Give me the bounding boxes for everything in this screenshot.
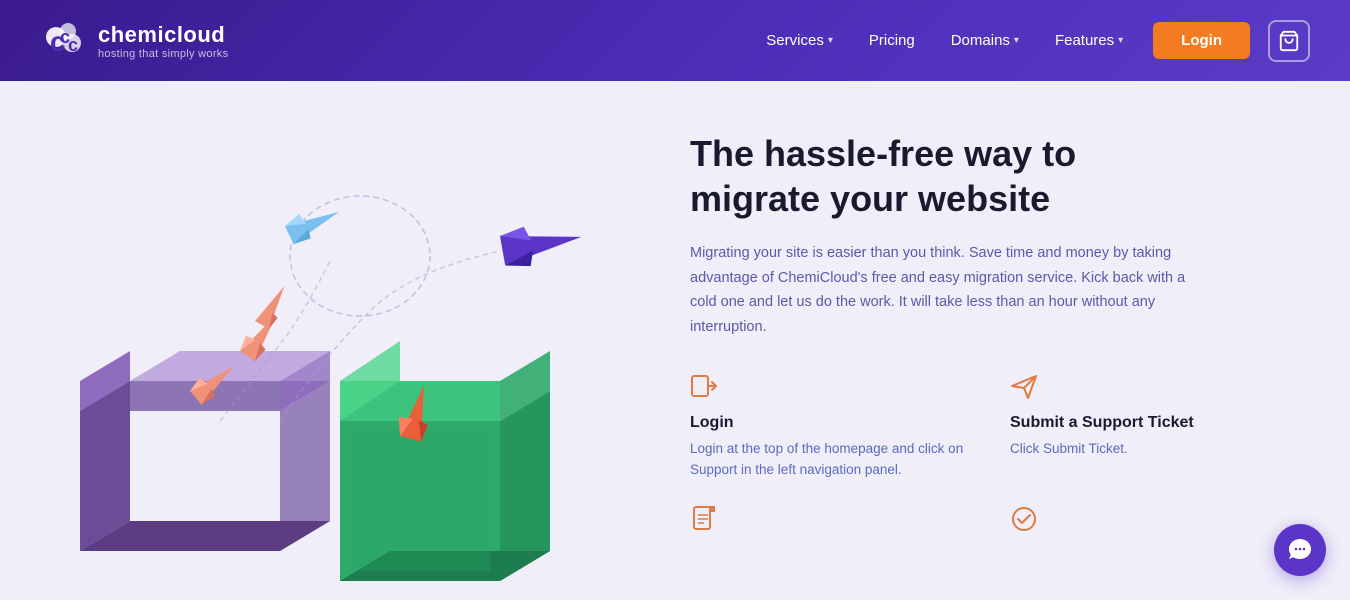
illustration <box>0 81 650 600</box>
cart-icon <box>1278 30 1300 52</box>
feature-support-title: Submit a Support Ticket <box>1010 414 1290 432</box>
check-circle-icon <box>1010 505 1290 539</box>
page-title: The hassle-free way to migrate your webs… <box>690 131 1190 221</box>
file-icon <box>690 505 970 539</box>
feature-support-desc: Click Submit Ticket. <box>1010 438 1290 460</box>
nav-features[interactable]: Features ▾ <box>1041 24 1137 57</box>
svg-text:c: c <box>68 35 78 55</box>
header: c c c chemicloud hosting that simply wor… <box>0 0 1350 81</box>
chevron-down-icon: ▾ <box>1118 35 1123 46</box>
feature-details <box>690 505 970 547</box>
logo-icon: c c c <box>40 17 88 65</box>
main-content: The hassle-free way to migrate your webs… <box>0 81 1350 600</box>
login-button[interactable]: Login <box>1153 22 1250 59</box>
chat-button[interactable] <box>1274 524 1326 576</box>
feature-login-desc: Login at the top of the homepage and cli… <box>690 438 970 481</box>
content-area: The hassle-free way to migrate your webs… <box>650 81 1350 600</box>
logo-tagline: hosting that simply works <box>98 48 228 60</box>
nav-domains[interactable]: Domains ▾ <box>937 24 1033 57</box>
feature-login: Login Login at the top of the homepage a… <box>690 372 970 481</box>
feature-login-title: Login <box>690 414 970 432</box>
chat-icon <box>1287 537 1313 563</box>
send-icon <box>1010 372 1290 406</box>
logo-text: chemicloud hosting that simply works <box>98 22 228 60</box>
cart-button[interactable] <box>1268 20 1310 62</box>
logo[interactable]: c c c chemicloud hosting that simply wor… <box>40 17 228 65</box>
nav-pricing[interactable]: Pricing <box>855 24 929 57</box>
features-grid: Login Login at the top of the homepage a… <box>690 372 1290 547</box>
logo-name: chemicloud <box>98 22 228 48</box>
page-description: Migrating your site is easier than you t… <box>690 241 1210 340</box>
feature-verify <box>1010 505 1290 547</box>
login-icon <box>690 372 970 406</box>
main-nav: Services ▾ Pricing Domains ▾ Features ▾ … <box>752 20 1310 62</box>
chevron-down-icon: ▾ <box>1014 35 1019 46</box>
nav-services[interactable]: Services ▾ <box>752 24 847 57</box>
chevron-down-icon: ▾ <box>828 35 833 46</box>
feature-support: Submit a Support Ticket Click Submit Tic… <box>1010 372 1290 481</box>
